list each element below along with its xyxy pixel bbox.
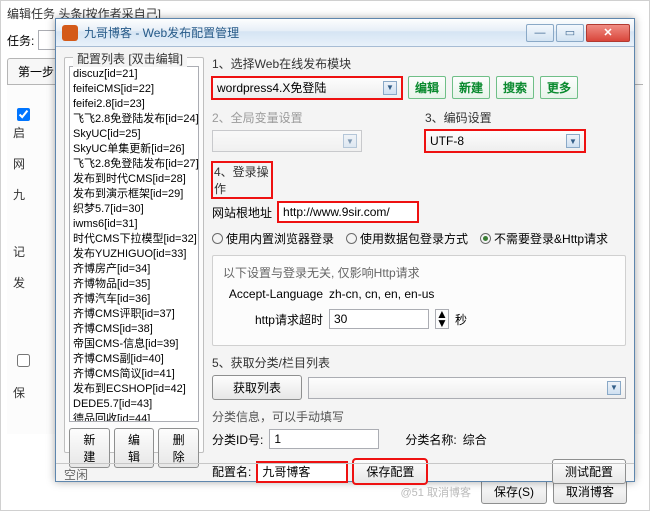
list-edit-button[interactable]: 编辑 <box>114 428 155 468</box>
left-stub: 启 网 九 记 发 保 <box>13 91 41 415</box>
list-item[interactable]: SkyUC单集更新[id=26] <box>70 142 198 157</box>
opt-checkbox[interactable] <box>17 354 30 367</box>
radio-packet-login[interactable]: 使用数据包登录方式 <box>346 230 468 247</box>
category-hint: 分类信息，可以手动填写 <box>212 408 626 425</box>
cat-id-label: 分类ID号: <box>212 431 263 448</box>
list-item[interactable]: feifeiCMS[id=22] <box>70 82 198 97</box>
list-new-button[interactable]: 新建 <box>69 428 110 468</box>
list-item[interactable]: 织梦5.7[id=30] <box>70 202 198 217</box>
list-item[interactable]: iwms6[id=31] <box>70 217 198 232</box>
module-select[interactable]: wordpress4.X免登陆 ▼ <box>212 77 402 99</box>
list-item[interactable]: 发布到ECSHOP[id=42] <box>70 382 198 397</box>
module-edit-button[interactable]: 编辑 <box>408 76 446 99</box>
dialog-title: 九哥博客 - Web发布配置管理 <box>84 24 524 41</box>
maximize-button[interactable]: ▭ <box>556 24 584 42</box>
root-url-input[interactable]: http://www.9sir.com/ <box>278 202 418 222</box>
list-item[interactable]: discuz[id=21] <box>70 67 198 82</box>
minimize-button[interactable]: — <box>526 24 554 42</box>
task-label: 任务: <box>7 32 34 49</box>
config-listbox[interactable]: discuz[id=21]feifeiCMS[id=22]feifei2.8[i… <box>69 66 199 422</box>
titlebar[interactable]: 九哥博客 - Web发布配置管理 — ▭ ✕ <box>56 19 634 47</box>
list-item[interactable]: 发布到时代CMS[id=28] <box>70 172 198 187</box>
chevron-down-icon: ▼ <box>607 381 621 395</box>
list-item[interactable]: 齐博物品[id=35] <box>70 277 198 292</box>
list-item[interactable]: 齐博CMS[id=38] <box>70 322 198 337</box>
section3-label: 3、编码设置 <box>425 109 626 126</box>
radio-no-login[interactable]: 不需要登录&Http请求 <box>480 230 608 247</box>
cat-name-value: 综合 <box>463 431 487 448</box>
chevron-down-icon: ▼ <box>383 81 397 95</box>
timeout-label: http请求超时 <box>223 311 323 328</box>
globalvar-select[interactable]: ▼ <box>212 130 362 152</box>
timeout-spinner[interactable]: ▲▼ <box>435 309 449 329</box>
accept-language-value: zh-cn, cn, en, en-us <box>329 287 434 301</box>
section1-label: 1、选择Web在线发布模块 <box>212 55 626 72</box>
radio-browser-login[interactable]: 使用内置浏览器登录 <box>212 230 334 247</box>
timeout-unit: 秒 <box>455 311 467 328</box>
list-item[interactable]: 齐博CMS简议[id=41] <box>70 367 198 382</box>
timeout-input[interactable]: 30 <box>329 309 429 329</box>
status-bar: 空闲 <box>56 463 634 481</box>
cat-name-label: 分类名称: <box>405 431 456 448</box>
list-delete-button[interactable]: 删除 <box>158 428 199 468</box>
charset-value: UTF-8 <box>430 134 464 148</box>
get-list-button[interactable]: 获取列表 <box>212 375 302 400</box>
list-item[interactable]: 发布YUZHIGUO[id=33] <box>70 247 198 262</box>
list-item[interactable]: 齐博CMS副[id=40] <box>70 352 198 367</box>
list-item[interactable]: 时代CMS下拉模型[id=32] <box>70 232 198 247</box>
list-item[interactable]: 德品回收[id=44] <box>70 412 198 422</box>
module-more-button[interactable]: 更多 <box>540 76 578 99</box>
http-settings-group: 以下设置与登录无关, 仅影响Http请求 Accept-Language zh-… <box>212 255 626 346</box>
list-item[interactable]: 齐博房产[id=34] <box>70 262 198 277</box>
section2-label: 2、全局变量设置 <box>212 109 413 126</box>
config-list-title: 配置列表 [双击编辑] <box>73 50 187 67</box>
config-dialog: 九哥博客 - Web发布配置管理 — ▭ ✕ 配置列表 [双击编辑] discu… <box>55 18 635 482</box>
root-url-label: 网站根地址 <box>212 204 272 221</box>
section4-label: 4、登录操作 <box>212 162 272 198</box>
section5-label: 5、获取分类/栏目列表 <box>212 354 626 371</box>
list-item[interactable]: 飞飞2.8免登陆发布[id=27] <box>70 157 198 172</box>
http-hint: 以下设置与登录无关, 仅影响Http请求 <box>223 264 615 281</box>
close-button[interactable]: ✕ <box>586 24 630 42</box>
chevron-down-icon: ▼ <box>343 134 357 148</box>
status-text: 空闲 <box>64 468 88 482</box>
chevron-down-icon: ▼ <box>566 134 580 148</box>
list-item[interactable]: DEDE5.7[id=43] <box>70 397 198 412</box>
list-item[interactable]: 齐博汽车[id=36] <box>70 292 198 307</box>
list-item[interactable]: 发布到演示框架[id=29] <box>70 187 198 202</box>
watermark: @51 取消博客 <box>401 484 471 500</box>
cat-id-input[interactable]: 1 <box>269 429 379 449</box>
list-item[interactable]: 飞飞2.8免登陆发布[id=24] <box>70 112 198 127</box>
list-item[interactable]: feifei2.8[id=23] <box>70 97 198 112</box>
list-item[interactable]: SkyUC[id=25] <box>70 127 198 142</box>
config-list-group: 配置列表 [双击编辑] discuz[id=21]feifeiCMS[id=22… <box>64 57 204 453</box>
accept-language-label: Accept-Language <box>223 287 323 301</box>
list-item[interactable]: 帝国CMS-信息[id=39] <box>70 337 198 352</box>
charset-select[interactable]: UTF-8 ▼ <box>425 130 585 152</box>
list-item[interactable]: 齐博CMS评职[id=37] <box>70 307 198 322</box>
enable-checkbox[interactable] <box>17 108 30 121</box>
module-new-button[interactable]: 新建 <box>452 76 490 99</box>
app-icon <box>62 25 78 41</box>
module-select-value: wordpress4.X免登陆 <box>217 79 326 96</box>
module-search-button[interactable]: 搜索 <box>496 76 534 99</box>
category-select[interactable]: ▼ <box>308 377 626 399</box>
